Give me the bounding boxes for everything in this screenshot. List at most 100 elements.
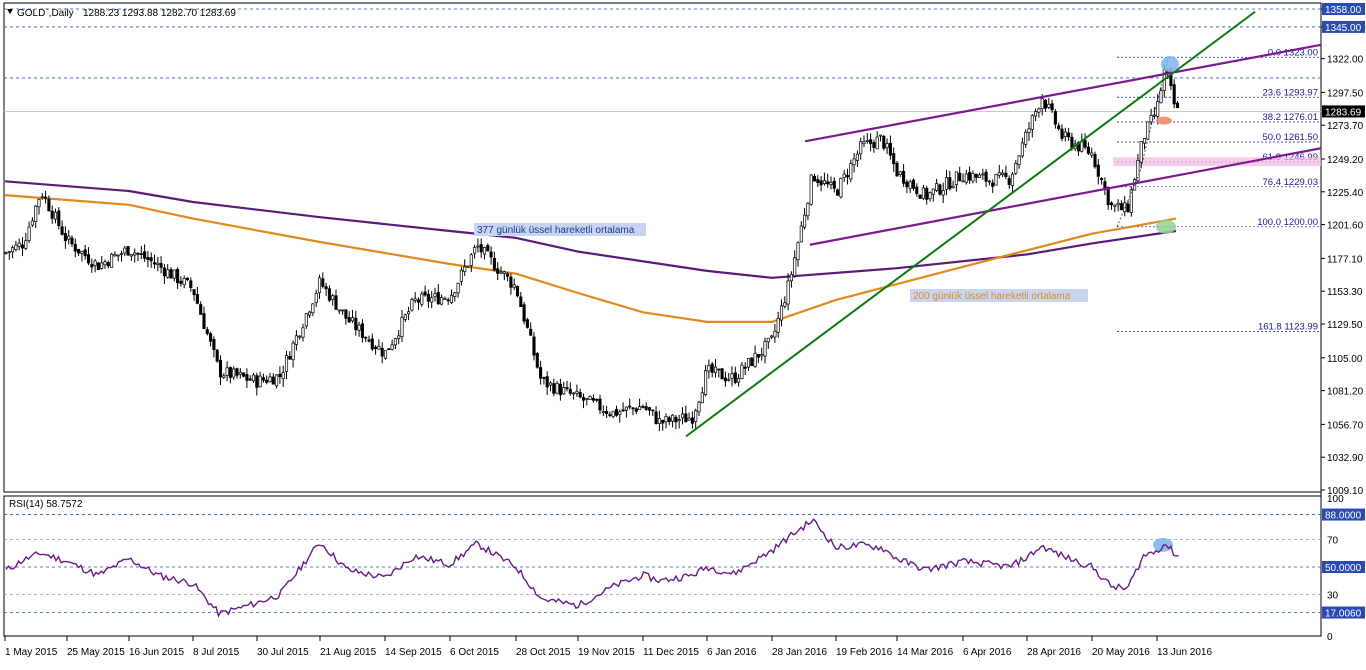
candle-body — [1113, 204, 1117, 207]
candle-body — [1047, 103, 1051, 108]
candle-body — [499, 271, 503, 274]
candle-body — [789, 273, 793, 282]
price-tick-label: 1322.00 — [1327, 55, 1364, 66]
candle-body — [440, 297, 444, 305]
candle-body — [47, 198, 51, 212]
candle-body — [895, 162, 899, 177]
rsi-tick-label: 50.0000 — [1325, 563, 1362, 574]
blue-marker — [1161, 56, 1179, 73]
candle-body — [991, 182, 995, 187]
candle-body — [987, 180, 991, 183]
price-tick-label: 1297.50 — [1327, 88, 1364, 99]
candle-body — [126, 246, 130, 256]
candle-body — [1030, 115, 1034, 130]
candle-body — [301, 327, 305, 338]
candle-body — [608, 414, 612, 416]
candle-body — [235, 368, 239, 376]
candle-body — [100, 262, 104, 269]
candle-body — [938, 184, 942, 195]
candle-body — [162, 267, 166, 277]
candle-body — [37, 198, 41, 208]
time-tick-label: 25 May 2015 — [67, 647, 125, 658]
price-tick-label: 1177.10 — [1327, 254, 1363, 265]
candle-body — [123, 247, 127, 254]
candle-body — [809, 174, 813, 205]
time-tick-label: 28 Jan 2016 — [772, 647, 827, 658]
candle-body — [288, 355, 292, 360]
candle-body — [680, 413, 685, 419]
candle-body — [727, 378, 731, 381]
price-tick-label: 1081.20 — [1327, 387, 1364, 398]
time-tick-label: 16 Jun 2015 — [129, 647, 184, 658]
candle-body — [961, 180, 965, 183]
candle-body — [1004, 172, 1008, 178]
candle-body — [215, 349, 219, 362]
candle-body — [202, 313, 206, 330]
candle-body — [86, 254, 91, 264]
candle-body — [453, 292, 457, 297]
time-tick-label: 11 Dec 2015 — [643, 647, 699, 658]
candle-body — [793, 257, 797, 277]
candle-body — [911, 179, 916, 189]
candle-body — [614, 408, 619, 416]
time-tick-label: 30 Jul 2015 — [257, 647, 309, 658]
candle-body — [575, 391, 579, 394]
candle-body — [509, 276, 513, 288]
candle-body — [671, 414, 675, 422]
candle-body — [756, 354, 760, 358]
candle-body — [281, 372, 285, 380]
candle-body — [110, 253, 114, 268]
candle-body — [212, 339, 216, 350]
candle-body — [1070, 136, 1074, 149]
candle-body — [849, 163, 853, 180]
rsi-tick-label: 70 — [1327, 535, 1339, 546]
candle-body — [1053, 111, 1057, 125]
candle-body — [383, 350, 388, 359]
candle-body — [1090, 152, 1094, 156]
candle-body — [57, 210, 61, 227]
candle-body — [525, 319, 529, 328]
candle-body — [591, 398, 595, 401]
candle-body — [1139, 141, 1143, 163]
candle-body — [984, 171, 988, 182]
candle-body — [70, 237, 74, 245]
candle-body — [324, 286, 328, 290]
candle-body — [463, 266, 467, 272]
chart-canvas[interactable]: 0.0 1323.0023.6 1293.9738.2 1276.0150.0 … — [0, 0, 1366, 665]
candle-body — [845, 174, 850, 178]
candle-body — [119, 253, 124, 255]
candle-body — [888, 142, 892, 156]
candle-body — [667, 417, 671, 422]
price-tick-label: 1201.60 — [1327, 221, 1364, 232]
candle-body — [304, 313, 308, 327]
candle-body — [588, 396, 592, 400]
candle-body — [195, 294, 199, 304]
candle-body — [476, 245, 480, 248]
red-marker — [1156, 116, 1172, 125]
candle-body — [7, 251, 11, 253]
candle-body — [1050, 103, 1054, 111]
candle-body — [641, 406, 645, 408]
candle-body — [67, 235, 71, 240]
candle-body — [981, 173, 985, 176]
fib-level-label: 76.4 1229.03 — [1263, 177, 1318, 188]
candle-body — [628, 405, 632, 408]
candle-body — [106, 262, 110, 267]
price-tick-label: 1273.70 — [1327, 121, 1364, 132]
candle-body — [344, 309, 348, 319]
candle-body — [159, 263, 163, 268]
candle-body — [275, 374, 279, 387]
candle-body — [925, 187, 929, 200]
candle-body — [687, 417, 691, 421]
candle-body — [832, 180, 836, 189]
candle-body — [882, 135, 886, 149]
symbol-label: GOLD`,Daily — [17, 7, 74, 19]
time-tick-label: 1 May 2015 — [5, 647, 58, 658]
rsi-title: RSI(14) 58.7572 — [9, 499, 83, 510]
candle-body — [717, 368, 721, 371]
candle-body — [357, 324, 361, 331]
candle-body — [308, 311, 312, 316]
candle-body — [311, 303, 315, 314]
candle-body — [1109, 202, 1114, 206]
candle-body — [885, 143, 889, 149]
